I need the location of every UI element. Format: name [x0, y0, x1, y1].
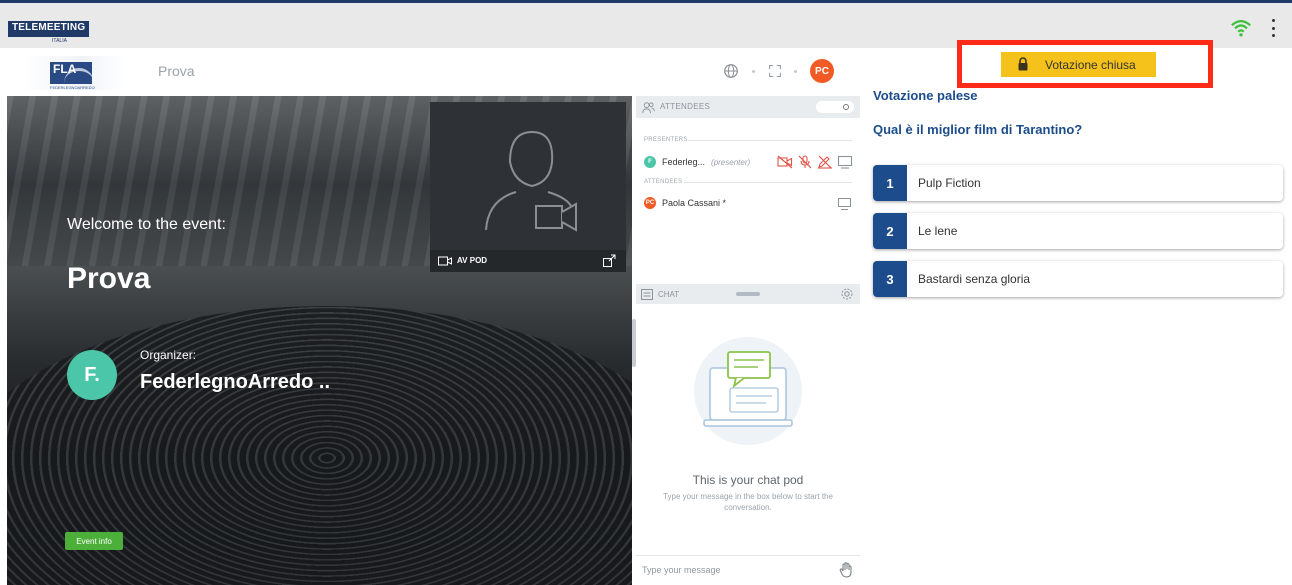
av-pod: AV POD: [430, 102, 626, 272]
attendees-search[interactable]: [816, 101, 854, 113]
chat-icon: [641, 289, 653, 300]
poll-type: Votazione palese: [873, 88, 978, 103]
globe-icon[interactable]: [722, 62, 740, 80]
telemeeting-logo: TELEMEETING: [8, 21, 90, 37]
organizer-avatar: F.: [67, 350, 117, 400]
organizer-name: FederlegnoArredo ..: [140, 371, 331, 393]
divider: [684, 182, 852, 183]
poll-option[interactable]: 2 Le lene: [873, 213, 1283, 249]
organizer-label: Organizer:: [140, 348, 197, 362]
screen-icon[interactable]: [838, 198, 851, 210]
edit-off-icon[interactable]: [817, 155, 833, 169]
attendees-section-label: ATTENDEES: [644, 179, 683, 185]
telemeeting-logo-sub: ITALIA: [52, 38, 67, 44]
chat-illustration-icon: [694, 337, 802, 445]
header-separator: [752, 70, 755, 73]
welcome-intro: Welcome to the event:: [67, 216, 226, 233]
event-info-button[interactable]: Event info: [65, 532, 123, 550]
chat-empty-title: This is your chat pod: [692, 473, 804, 487]
poll-option-label: Le lene: [918, 224, 958, 238]
poll-option[interactable]: 1 Pulp Fiction: [873, 165, 1283, 201]
chat-pod-title: CHAT: [658, 290, 680, 299]
chat-pod-header: CHAT: [636, 284, 860, 304]
user-placeholder-icon: [485, 130, 577, 232]
welcome-event-name: Prova: [67, 262, 151, 295]
lock-icon: [1018, 57, 1028, 71]
divider: [636, 555, 860, 556]
attendees-pod-title: ATTENDEES: [660, 102, 711, 111]
poll-option-number: 1: [873, 165, 907, 201]
poll-option[interactable]: 3 Bastardi senza gloria: [873, 261, 1283, 297]
poll-option-label: Bastardi senza gloria: [918, 272, 1031, 286]
divider: [688, 140, 852, 141]
presenter-avatar: F: [644, 156, 656, 168]
drag-handle[interactable]: [736, 292, 760, 296]
attendees-pod: ATTENDEES PRESENTERS F Federleg... (pres…: [636, 96, 860, 284]
presenter-controls: [777, 155, 853, 169]
user-avatar[interactable]: PC: [810, 59, 834, 83]
poll-option-number: 3: [873, 261, 907, 297]
camera-off-icon[interactable]: [777, 155, 793, 169]
presenter-row[interactable]: F Federleg... (presenter): [644, 155, 750, 169]
camera-icon: [438, 256, 452, 266]
gear-icon[interactable]: [840, 287, 854, 301]
header-separator: [794, 70, 797, 73]
attendees-icon: [642, 102, 655, 114]
presenters-section-label: PRESENTERS: [644, 137, 688, 143]
poll-status-label: Votazione chiusa: [1045, 58, 1136, 72]
mic-off-icon[interactable]: [797, 155, 813, 169]
expand-icon[interactable]: [603, 254, 616, 267]
organization-logo: FLA FEDERLEGNOARREDO: [22, 56, 124, 90]
wifi-icon: [1231, 20, 1251, 37]
poll-option-label: Pulp Fiction: [918, 176, 981, 190]
attendee-name: Paola Cassani *: [662, 198, 727, 208]
poll-question: Qual è il miglior film di Tarantino?: [873, 122, 1083, 137]
attendees-pod-header: ATTENDEES: [636, 96, 860, 118]
chat-empty-hint: Type your message in the box below to st…: [663, 492, 833, 512]
screen-icon[interactable]: [837, 155, 853, 169]
av-pod-footer: AV POD: [430, 250, 626, 272]
raise-hand-icon[interactable]: [839, 562, 853, 578]
presenter-name: Federleg...: [662, 157, 706, 167]
av-pod-label: AV POD: [457, 256, 488, 265]
poll-status-button[interactable]: Votazione chiusa: [1001, 52, 1156, 77]
fullscreen-icon[interactable]: [766, 62, 784, 80]
more-menu-icon[interactable]: [1270, 19, 1276, 37]
attendee-avatar: PC: [644, 197, 656, 209]
poll-option-number: 2: [873, 213, 907, 249]
event-title: Prova: [158, 63, 195, 79]
chat-pod: CHAT This is your chat pod Type your mes…: [636, 284, 860, 585]
presenter-role: (presenter): [711, 157, 751, 167]
attendee-row[interactable]: PC Paola Cassani *: [644, 196, 726, 210]
chat-message-input[interactable]: [642, 560, 822, 580]
